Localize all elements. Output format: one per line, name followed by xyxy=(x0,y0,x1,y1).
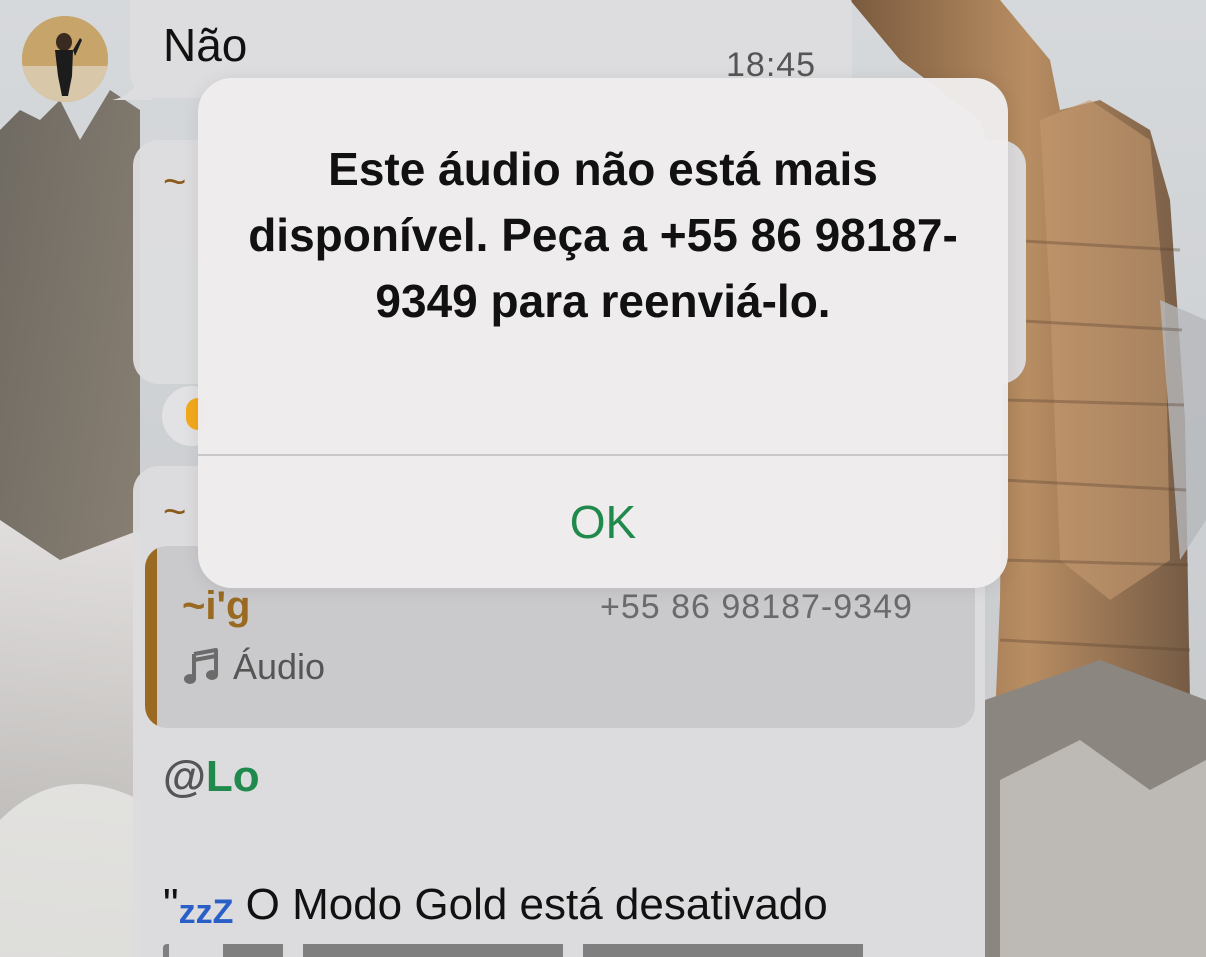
music-note-icon xyxy=(184,648,218,684)
quote-accent-bar xyxy=(145,546,157,728)
alert-message: Este áudio não está mais disponível. Peç… xyxy=(248,143,958,327)
gold-mode-text: O Modo Gold está desativado xyxy=(233,880,828,929)
message-text: "zzZ O Modo Gold está desativado xyxy=(163,880,828,931)
quoted-author: ~i'g xyxy=(182,584,251,628)
alert-dialog: Este áudio não está mais disponível. Peç… xyxy=(198,78,1008,588)
quote-mark: " xyxy=(163,880,179,929)
quoted-phone-number: +55 86 98187-9349 xyxy=(600,588,913,626)
chat-screen: Não 18:45 ~ ~ ~i'g +55 86 98187-9349 Áud… xyxy=(0,0,1206,957)
sender-name: ~ xyxy=(163,490,187,534)
mention-name: Lo xyxy=(205,752,260,801)
truncated-text-line xyxy=(163,944,953,957)
message-text: Não xyxy=(163,19,248,71)
quoted-media-label: Áudio xyxy=(233,646,326,687)
mention[interactable]: @Lo xyxy=(163,752,260,802)
mention-at-sign: @ xyxy=(163,752,206,801)
zzz-emoji-icon: zzZ xyxy=(178,893,234,931)
sender-name: ~ xyxy=(163,160,187,204)
avatar-photo xyxy=(22,16,108,102)
ok-button[interactable]: OK xyxy=(198,456,1008,588)
avatar[interactable] xyxy=(22,16,108,102)
